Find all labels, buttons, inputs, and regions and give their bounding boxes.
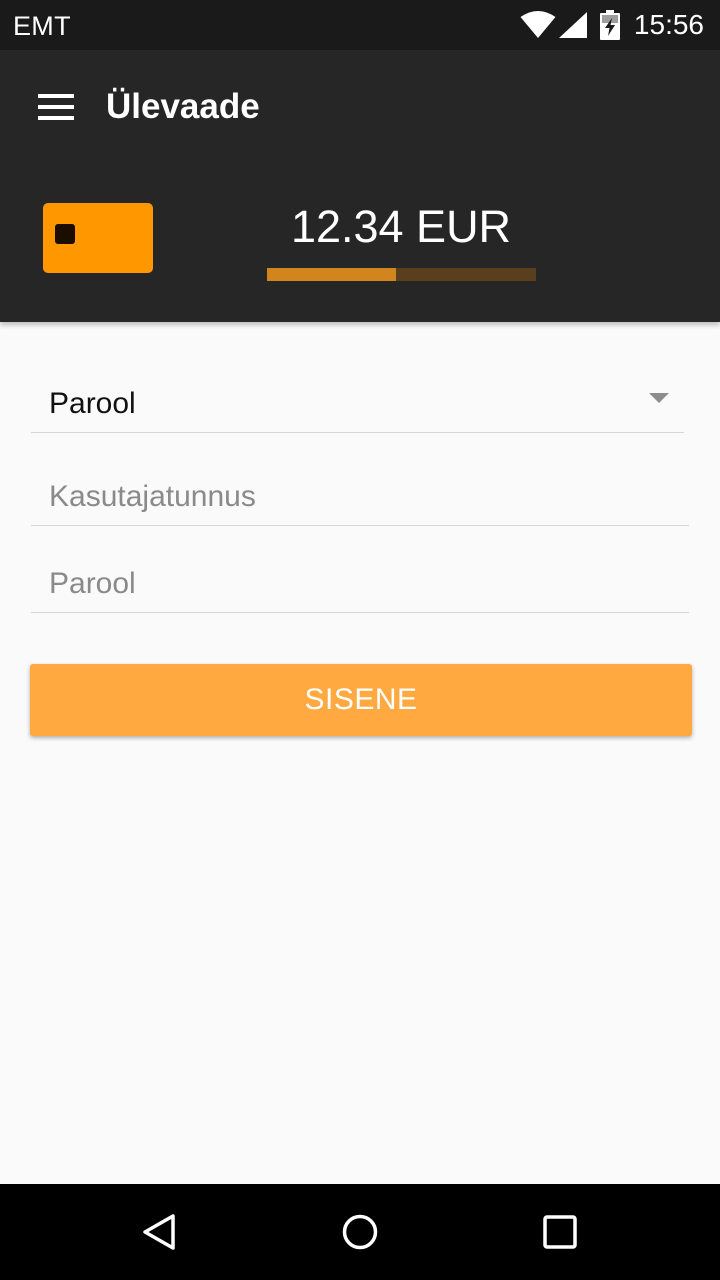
password-field[interactable] (31, 555, 689, 613)
clock: 15:56 (633, 9, 704, 40)
balance-progress-fill (267, 268, 397, 281)
dropdown-arrow-icon (649, 393, 669, 403)
wifi-icon (520, 11, 556, 38)
back-icon (143, 1214, 175, 1250)
card-icon (43, 203, 153, 273)
back-button[interactable] (124, 1202, 196, 1262)
login-method-value: Parool (49, 387, 136, 420)
login-method-dropdown[interactable]: Parool (31, 378, 684, 433)
hamburger-menu-icon (38, 94, 74, 120)
recents-icon (543, 1215, 577, 1249)
balance-amount: 12.34 EUR (290, 201, 512, 252)
system-nav-bar (0, 1184, 720, 1280)
recents-button[interactable] (524, 1202, 596, 1262)
login-button[interactable]: SISENE (30, 664, 692, 736)
signal-icon (558, 12, 587, 38)
page-title: Ülevaade (106, 87, 260, 126)
status-bar: EMT 15:56 (0, 0, 720, 50)
card-chip (55, 224, 75, 244)
login-button-label: SISENE (304, 683, 418, 716)
app-header: Ülevaade 12.34 EUR (0, 50, 720, 322)
status-icons: 15:56 (520, 9, 704, 41)
balance-progress-bar (267, 268, 536, 281)
home-button[interactable] (324, 1202, 396, 1262)
battery-charging-icon (599, 10, 620, 40)
home-icon (342, 1214, 378, 1250)
carrier-name: EMT (13, 11, 71, 41)
menu-button[interactable] (22, 78, 90, 136)
username-field[interactable] (31, 468, 689, 526)
